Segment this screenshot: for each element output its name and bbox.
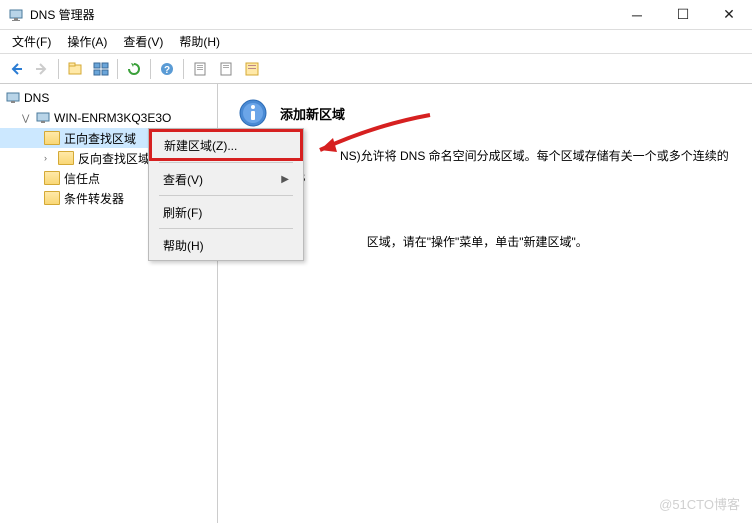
menu-bar: 文件(F) 操作(A) 查看(V) 帮助(H) [0, 30, 752, 54]
ctx-view[interactable]: 查看(V) ▶ [151, 166, 301, 192]
watermark: @51CTO博客 [659, 494, 740, 513]
ctx-refresh[interactable]: 刷新(F) [151, 199, 301, 225]
ctx-label: 新建区域(Z)... [164, 137, 237, 154]
main-area: DNS ⋁ WIN-ENRM3KQ3E3O 正向查找区域 › 反向查找区域 信任… [0, 84, 752, 523]
titlebar-left: DNS 管理器 [8, 6, 95, 23]
ctx-new-zone[interactable]: 新建区域(Z)... [149, 129, 303, 161]
collapse-icon[interactable]: ⋁ [22, 113, 32, 124]
refresh-button[interactable] [122, 57, 146, 81]
toolbar-btn-7[interactable] [240, 57, 264, 81]
window-controls: ─ ☐ ✕ [614, 0, 752, 30]
menu-file[interactable]: 文件(F) [4, 31, 59, 52]
ctx-separator [159, 228, 293, 229]
menu-view[interactable]: 查看(V) [115, 31, 171, 52]
ctx-separator [159, 162, 293, 163]
tree-server[interactable]: ⋁ WIN-ENRM3KQ3E3O [0, 108, 217, 128]
title-bar: DNS 管理器 ─ ☐ ✕ [0, 0, 752, 30]
folder-icon [58, 151, 74, 165]
svg-text:?: ? [164, 65, 170, 76]
submenu-arrow-icon: ▶ [281, 174, 289, 185]
expand-icon[interactable]: › [44, 153, 54, 163]
toolbar: ? [0, 54, 752, 84]
toolbar-separator [150, 59, 151, 79]
content-body: NS)允许将 DNS 命名空间分成区域。每个区域存储有关一个或多个连续的 DNS… [238, 146, 732, 254]
minimize-button[interactable]: ─ [614, 0, 660, 30]
close-button[interactable]: ✕ [706, 0, 752, 30]
content-header: 添加新区域 [238, 98, 732, 128]
ctx-label: 查看(V) [163, 171, 203, 188]
folder-icon [44, 171, 60, 185]
menu-help[interactable]: 帮助(H) [171, 31, 228, 52]
tree-label: 条件转发器 [64, 190, 124, 207]
window-title: DNS 管理器 [30, 6, 95, 23]
menu-action[interactable]: 操作(A) [59, 31, 115, 52]
ctx-help[interactable]: 帮助(H) [151, 232, 301, 258]
forward-button[interactable] [30, 57, 54, 81]
help-button[interactable]: ? [155, 57, 179, 81]
dns-icon [6, 91, 20, 105]
toolbar-separator [183, 59, 184, 79]
ctx-label: 帮助(H) [163, 237, 204, 254]
maximize-button[interactable]: ☐ [660, 0, 706, 30]
tree-label: 信任点 [64, 170, 100, 187]
back-button[interactable] [4, 57, 28, 81]
content-heading: 添加新区域 [280, 104, 345, 123]
server-icon [36, 111, 50, 125]
context-menu: 新建区域(Z)... 查看(V) ▶ 刷新(F) 帮助(H) [148, 128, 304, 261]
folder-icon [44, 191, 60, 205]
dns-app-icon [8, 7, 24, 23]
toolbar-btn-6[interactable] [214, 57, 238, 81]
toolbar-separator [58, 59, 59, 79]
tree-label: 反向查找区域 [78, 150, 150, 167]
tree-label: WIN-ENRM3KQ3E3O [54, 111, 171, 125]
toolbar-separator [117, 59, 118, 79]
info-icon [238, 98, 268, 128]
toolbar-btn-5[interactable] [188, 57, 212, 81]
toolbar-btn-2[interactable] [89, 57, 113, 81]
folder-icon [44, 131, 60, 145]
toolbar-btn-1[interactable] [63, 57, 87, 81]
tree-root-dns[interactable]: DNS [0, 88, 217, 108]
ctx-separator [159, 195, 293, 196]
ctx-label: 刷新(F) [163, 204, 202, 221]
tree-label: DNS [24, 91, 49, 105]
tree-label: 正向查找区域 [64, 130, 136, 147]
